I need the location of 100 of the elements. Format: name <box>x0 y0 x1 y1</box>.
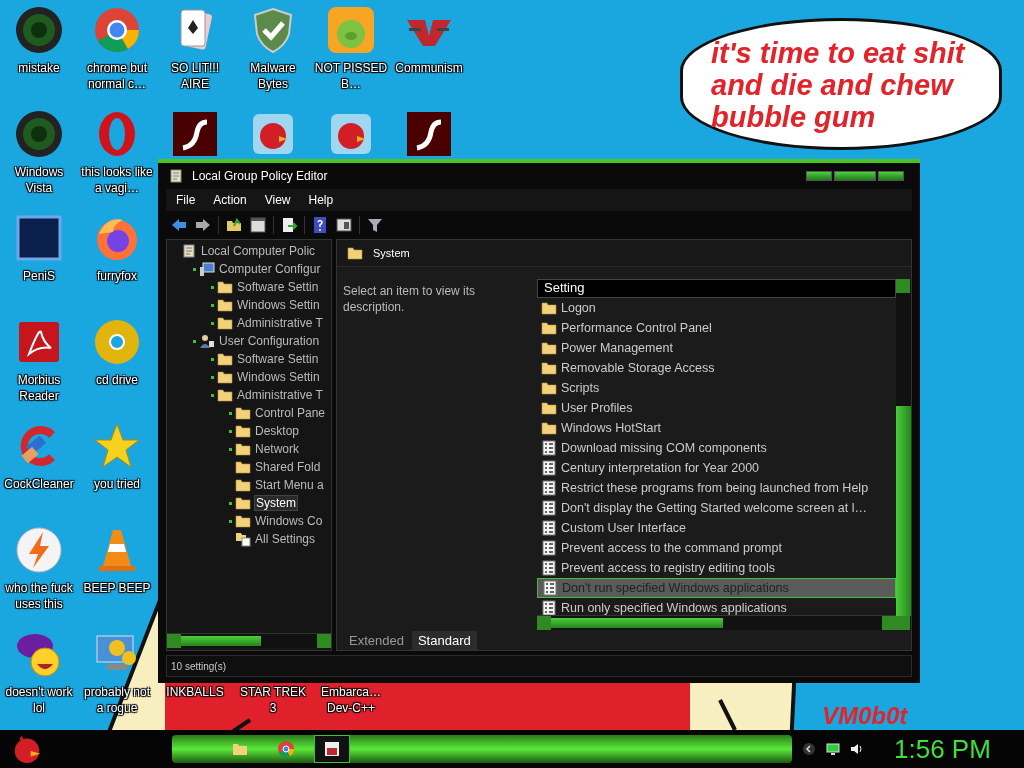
folder-icon <box>541 360 557 376</box>
menu-item[interactable]: File <box>176 193 196 207</box>
list-row[interactable]: Century interpretation for Year 2000 <box>537 458 896 478</box>
folder-icon <box>541 400 557 416</box>
window-app-icon <box>323 740 341 758</box>
list-row[interactable]: Don't display the Getting Started welcome screen at l… <box>537 498 896 518</box>
list-row[interactable]: Scripts <box>537 378 896 398</box>
tree-item[interactable]: Desktop <box>254 424 301 438</box>
list-row[interactable]: Windows HotStart <box>537 418 896 438</box>
minimize-button[interactable] <box>806 171 832 181</box>
swoosh-icon[interactable] <box>171 110 219 158</box>
setting-page-icon <box>541 560 557 576</box>
folder-icon <box>217 279 233 295</box>
folder-icon <box>541 380 557 396</box>
icon-label[interactable]: Embarca… Dev-C++ <box>313 684 389 716</box>
documents-icon <box>235 531 251 547</box>
setting-page-icon <box>541 480 557 496</box>
menu-item[interactable]: Action <box>213 193 247 207</box>
folder-icon <box>347 245 363 261</box>
folder-icon[interactable] <box>225 216 243 234</box>
list-row[interactable]: Download missing COM components <box>537 438 896 458</box>
bolt-icon[interactable] <box>15 526 63 574</box>
folder-icon <box>217 387 233 403</box>
setting-page-icon <box>541 440 557 456</box>
folder-icon <box>541 300 557 316</box>
setting-page-icon <box>541 520 557 536</box>
setting-page-icon <box>541 460 557 476</box>
tree-item[interactable]: Windows Settin <box>236 370 321 384</box>
list-row[interactable]: Prevent access to registry editing tools <box>537 558 896 578</box>
tree-item[interactable]: Shared Fold <box>254 460 322 474</box>
tree-item[interactable]: Local Computer Polic <box>200 244 317 258</box>
folder-icon <box>235 441 251 457</box>
view-icon[interactable] <box>335 216 353 234</box>
tree-item[interactable]: Start Menu a <box>254 478 325 492</box>
tree-item[interactable]: All Settings <box>254 532 317 546</box>
status-text: 10 setting(s) <box>171 660 227 672</box>
maximize-button[interactable] <box>834 171 876 181</box>
tree-item[interactable]: Computer Configur <box>218 262 322 276</box>
list-row[interactable]: Removable Storage Access <box>537 358 896 378</box>
tree-item[interactable]: Windows Settin <box>236 298 321 312</box>
folder-icon <box>235 495 251 511</box>
tree-item[interactable]: Network <box>254 442 300 456</box>
setting-page-icon <box>541 500 557 516</box>
list-row[interactable]: Custom User Interface <box>537 518 896 538</box>
star-icon[interactable] <box>93 422 141 470</box>
clock[interactable]: 1:56 PM <box>894 733 991 765</box>
window-title: Local Group Policy Editor <box>192 169 328 183</box>
tree-item[interactable]: Control Pane <box>254 406 327 420</box>
app-tile-icon[interactable] <box>15 214 63 262</box>
list-row[interactable]: Prevent access to the command prompt <box>537 538 896 558</box>
filter-icon[interactable] <box>366 216 384 234</box>
tree-item[interactable]: User Configuration <box>218 334 321 348</box>
list-row[interactable]: Restrict these programs from being launched from Help <box>537 478 896 498</box>
description-text: Select an item to view its description. <box>342 283 477 316</box>
tree-item[interactable]: Administrative T <box>236 316 324 330</box>
setting-page-icon <box>542 580 558 596</box>
tree-item[interactable]: Administrative T <box>236 388 324 402</box>
back-arrow-icon[interactable] <box>170 216 188 234</box>
list-row[interactable]: Logon <box>537 298 896 318</box>
swoosh-icon[interactable] <box>405 110 453 158</box>
setting-page-icon <box>541 540 557 556</box>
orb-icon[interactable] <box>15 110 63 158</box>
scroll-icon <box>181 243 197 259</box>
horizontal-scrollbar[interactable] <box>167 633 331 648</box>
computer-icon <box>199 261 215 277</box>
tree-item[interactable]: Software Settin <box>236 352 320 366</box>
icon-label[interactable]: INKBALLS <box>157 684 233 700</box>
setting-page-icon <box>541 600 557 615</box>
forward-arrow-icon[interactable] <box>194 216 212 234</box>
list-row[interactable]: Performance Control Panel <box>537 318 896 338</box>
list-row[interactable]: Power Management <box>537 338 896 358</box>
list-row[interactable]: Run only specified Windows applications <box>537 598 896 615</box>
pane-icon[interactable] <box>249 216 267 234</box>
browser-icon[interactable] <box>93 6 141 54</box>
tree-item[interactable]: Windows Co <box>254 514 324 528</box>
disc-icon[interactable] <box>93 318 141 366</box>
menu-item[interactable]: Help <box>308 193 334 207</box>
folder-icon <box>541 420 557 436</box>
section-heading: System <box>373 247 410 259</box>
horizontal-scrollbar[interactable] <box>537 615 896 630</box>
orb-icon[interactable] <box>15 6 63 54</box>
export-icon[interactable] <box>280 216 298 234</box>
monitor-icon[interactable] <box>826 742 840 756</box>
folder-icon <box>235 423 251 439</box>
chevron-icon[interactable] <box>802 742 816 756</box>
tree-item[interactable]: System <box>254 495 298 511</box>
view-tab[interactable]: Standard <box>411 631 477 650</box>
list-row[interactable]: User Profiles <box>537 398 896 418</box>
close-button[interactable] <box>878 171 904 181</box>
taskbar-button[interactable] <box>314 735 350 763</box>
vertical-scrollbar[interactable] <box>896 279 911 630</box>
folder-icon <box>541 340 557 356</box>
help-icon[interactable] <box>311 216 329 234</box>
speaker-icon[interactable] <box>850 742 864 756</box>
menu-item[interactable]: View <box>264 193 291 207</box>
column-header[interactable]: Setting <box>537 279 896 298</box>
icon-label[interactable]: STAR TREK 3 <box>235 684 311 716</box>
tree-item[interactable]: Software Settin <box>236 280 320 294</box>
browser-icon <box>277 740 295 758</box>
folder-icon <box>217 369 233 385</box>
